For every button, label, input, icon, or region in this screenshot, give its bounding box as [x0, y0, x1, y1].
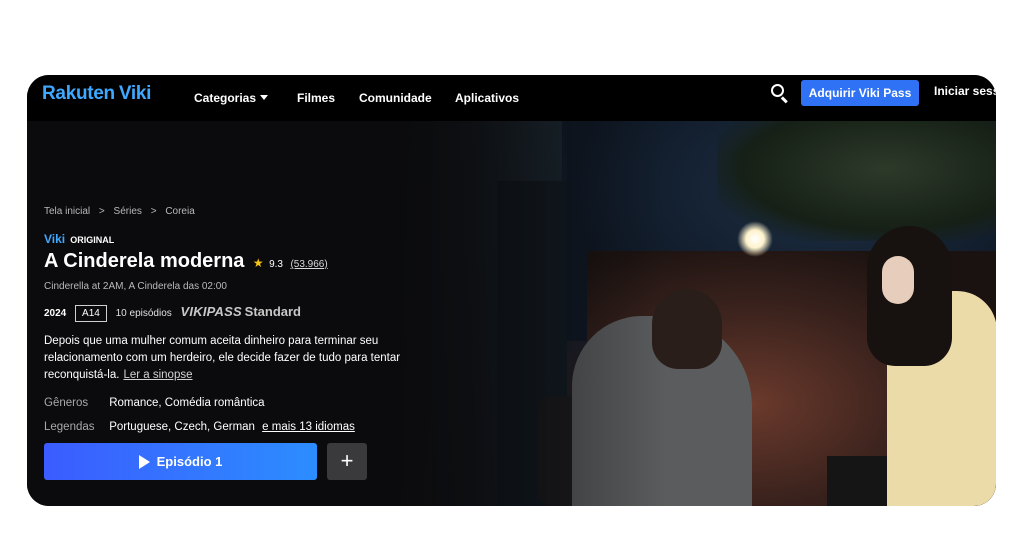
- title-row: A Cinderela moderna ★ 9.3 (53.966): [44, 250, 328, 273]
- viki-page-frame: Rakuten Viki Categorias Filmes Comunidade…: [27, 75, 996, 506]
- synopsis-text: Depois que uma mulher comum aceita dinhe…: [44, 335, 401, 381]
- chevron-down-icon: [260, 95, 269, 100]
- breadcrumb-home[interactable]: Tela inicial: [44, 206, 90, 217]
- star-icon: ★: [252, 256, 264, 270]
- breadcrumb-series[interactable]: Séries: [114, 206, 142, 217]
- logo-viki: Viki: [118, 83, 152, 104]
- rakuten-viki-logo[interactable]: Rakuten Viki: [42, 83, 151, 105]
- rating-count[interactable]: (53.966): [290, 259, 327, 270]
- episode-count: 10 episódios: [115, 308, 172, 319]
- nav-categorias-label: Categorias: [194, 91, 257, 105]
- alternate-titles: Cinderella at 2AM, A Cinderela das 02:00: [44, 281, 227, 292]
- page-title: A Cinderela moderna: [44, 250, 245, 272]
- play-icon: [138, 454, 150, 469]
- search-icon-ring: [771, 84, 784, 97]
- login-link[interactable]: Iniciar sess: [934, 84, 996, 98]
- subtitles-label: Legendas: [44, 421, 95, 433]
- nav-comunidade[interactable]: Comunidade: [359, 91, 432, 105]
- search-icon[interactable]: [771, 84, 791, 104]
- badge-brand: Viki: [44, 232, 66, 246]
- play-episode-button[interactable]: Episódio 1: [44, 443, 317, 480]
- genres-label: Gêneros: [44, 397, 89, 409]
- subtitles-row: Legendas Portuguese, Czech, German e mai…: [44, 421, 355, 433]
- show-meta: 2024 A14 10 episódios VIKIPASS Standard: [44, 304, 301, 322]
- nav-aplicativos[interactable]: Aplicativos: [455, 91, 519, 105]
- rating-value: 9.3: [269, 259, 283, 270]
- read-synopsis-link[interactable]: Ler a sinopse: [123, 369, 192, 381]
- breadcrumb: Tela inicial > Séries > Coreia: [44, 206, 195, 217]
- synopsis: Depois que uma mulher comum aceita dinhe…: [44, 333, 404, 384]
- badge-label: ORIGINAL: [70, 235, 115, 245]
- nav-categorias[interactable]: Categorias: [194, 91, 269, 105]
- breadcrumb-separator: >: [150, 206, 157, 217]
- search-icon-handle: [781, 96, 788, 104]
- breadcrumb-separator: >: [98, 206, 105, 217]
- genres-value: Romance, Comédia romântica: [109, 397, 265, 409]
- show-info-panel: Tela inicial > Séries > Coreia Viki ORIG…: [44, 75, 434, 506]
- release-year: 2024: [44, 308, 67, 319]
- top-navbar: Rakuten Viki Categorias Filmes Comunidade…: [27, 75, 996, 121]
- add-to-watchlist-button[interactable]: +: [327, 443, 367, 480]
- vikipass-button[interactable]: Adquirir Viki Pass: [801, 80, 919, 106]
- play-episode-label: Episódio 1: [156, 454, 223, 469]
- subtitles-value: Portuguese, Czech, German: [109, 421, 255, 433]
- vikipass-tier-label: Standard: [244, 304, 301, 319]
- genres-row: Gêneros Romance, Comédia romântica: [44, 397, 265, 409]
- nav-filmes[interactable]: Filmes: [297, 91, 335, 105]
- age-rating-badge: A14: [75, 305, 107, 322]
- logo-rakuten: Rakuten: [42, 83, 115, 104]
- subtitles-more-link[interactable]: e mais 13 idiomas: [262, 421, 355, 433]
- vikipass-tier-logo: VIKIPASS: [180, 304, 242, 319]
- viki-original-badge: Viki ORIGINAL: [44, 232, 114, 246]
- breadcrumb-korea[interactable]: Coreia: [165, 206, 194, 217]
